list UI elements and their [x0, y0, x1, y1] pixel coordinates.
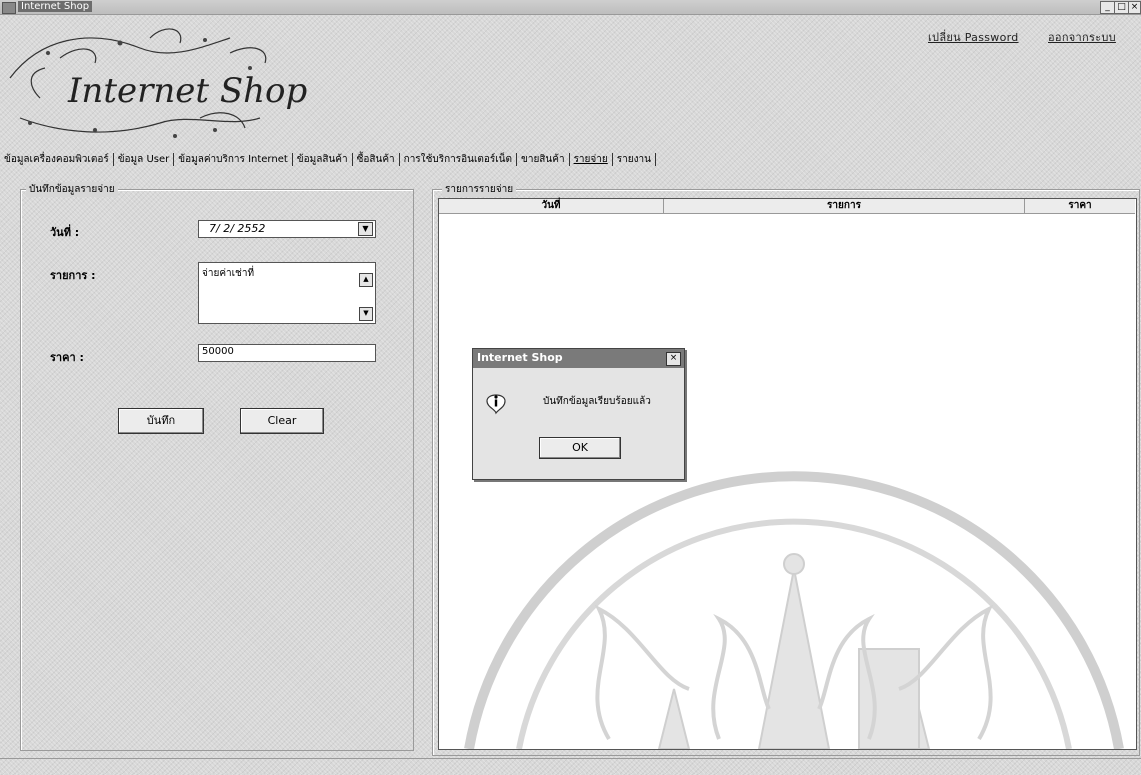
maximize-button[interactable]: □: [1114, 1, 1129, 14]
scroll-up-icon[interactable]: ▲: [359, 273, 373, 287]
price-label: ราคา :: [50, 351, 84, 364]
dialog-title: Internet Shop: [477, 351, 563, 364]
menu-item-reports[interactable]: รายงาน: [613, 152, 656, 166]
item-value: จ่ายค่าเช่าที่: [202, 268, 255, 279]
menu-item-products[interactable]: ข้อมูลสินค้า: [293, 152, 353, 166]
date-value: 7/ 2/ 2552: [209, 222, 266, 235]
logout-link[interactable]: ออกจากระบบ: [1048, 28, 1116, 46]
price-value: 50000: [202, 346, 234, 357]
chevron-down-icon[interactable]: ▼: [358, 222, 373, 236]
date-picker[interactable]: 7/ 2/ 2552 ▼: [198, 220, 376, 238]
logo-text: Internet Shop: [67, 71, 307, 111]
ok-button[interactable]: OK: [539, 437, 621, 459]
clear-button[interactable]: Clear: [240, 408, 324, 434]
dialog-titlebar: Internet Shop ×: [473, 349, 684, 368]
item-label: รายการ :: [50, 269, 96, 282]
app-icon: [2, 2, 16, 14]
menu-item-sell[interactable]: ขายสินค้า: [517, 152, 570, 166]
menu-item-expenses[interactable]: รายจ่าย: [570, 152, 613, 166]
minimize-button[interactable]: _: [1100, 1, 1115, 14]
expense-list-title: รายการรายจ่าย: [442, 182, 517, 197]
item-textarea[interactable]: จ่ายค่าเช่าที่ ▲ ▼: [198, 262, 376, 324]
menu-item-internet-usage[interactable]: การใช้บริการอินเตอร์เน็ต: [400, 152, 517, 166]
menu-item-internet-rates[interactable]: ข้อมูลค่าบริการ Internet: [174, 152, 293, 166]
main-menu: ข้อมูลเครื่องคอมพิวเตอร์ ข้อมูล User ข้อ…: [0, 151, 656, 167]
menu-item-computers[interactable]: ข้อมูลเครื่องคอมพิวเตอร์: [0, 152, 114, 166]
status-bar: [0, 758, 1141, 775]
save-button[interactable]: บันทึก: [118, 408, 204, 434]
column-header-price[interactable]: ราคา: [1025, 199, 1135, 214]
date-label: วันที่ :: [50, 226, 80, 239]
window-title: Internet Shop: [18, 1, 93, 12]
dialog-message: บันทึกข้อมูลเรียบร้อยแล้ว: [543, 396, 651, 407]
expense-form-title: บันทึกข้อมูลรายจ่าย: [26, 182, 118, 197]
shop-logo: Internet Shop: [0, 18, 310, 148]
menu-item-purchase[interactable]: ซื้อสินค้า: [353, 152, 400, 166]
scroll-down-icon[interactable]: ▼: [359, 307, 373, 321]
window-titlebar: Internet Shop _ □ ×: [0, 0, 1141, 15]
dialog-close-button[interactable]: ×: [666, 352, 681, 366]
column-header-item[interactable]: รายการ: [664, 199, 1025, 214]
column-header-date[interactable]: วันที่: [439, 199, 664, 214]
change-password-link[interactable]: เปลี่ยน Password: [928, 28, 1019, 46]
menu-item-user[interactable]: ข้อมูล User: [114, 152, 175, 166]
price-input[interactable]: 50000: [198, 344, 376, 362]
close-window-button[interactable]: ×: [1128, 1, 1141, 14]
info-dialog: Internet Shop × บันทึกข้อมูลเรียบร้อยแล้…: [472, 348, 685, 480]
info-icon: [483, 389, 509, 417]
